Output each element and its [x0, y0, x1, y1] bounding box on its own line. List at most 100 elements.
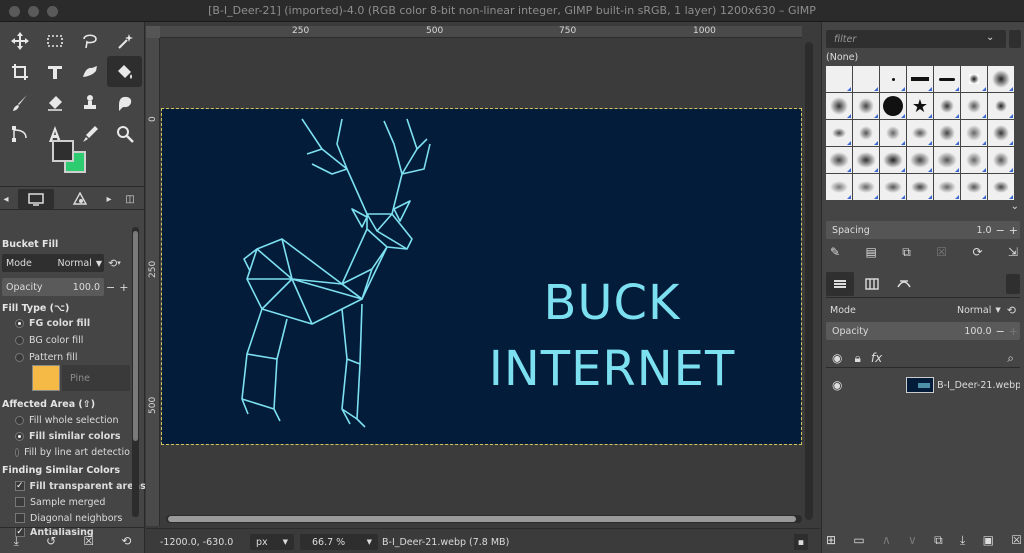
sample-merged-option[interactable]: Sample merged	[0, 494, 130, 510]
radio-icon[interactable]	[15, 352, 24, 362]
lower-layer-icon[interactable]: ∨	[908, 534, 917, 546]
duplicate-layer-icon[interactable]: ⧉	[934, 534, 943, 546]
minus-icon[interactable]: −	[996, 224, 1005, 237]
layer-mode-reset-icon[interactable]: ⟲	[1007, 304, 1016, 317]
scrollbar-thumb[interactable]	[168, 516, 796, 522]
navigate-icon[interactable]: ▪	[794, 534, 808, 550]
move-tool-icon[interactable]	[2, 25, 37, 56]
brush-item[interactable]	[961, 147, 987, 173]
warp-tool-icon[interactable]	[72, 56, 107, 87]
foreground-color-swatch[interactable]	[52, 140, 74, 162]
canvas-image[interactable]: BUCK INTERNET	[161, 108, 802, 445]
opacity-stepper[interactable]: − +	[106, 279, 132, 295]
brushes-collapse-icon[interactable]: ⌄	[822, 201, 1024, 215]
brush-item[interactable]	[880, 147, 906, 173]
minus-icon[interactable]: −	[996, 325, 1005, 338]
zoom-dropdown[interactable]: 66.7 % ▼	[300, 534, 378, 550]
brush-item[interactable]	[853, 66, 879, 92]
unit-dropdown[interactable]: px ▼	[250, 534, 294, 550]
brush-item[interactable]	[853, 174, 879, 200]
vertical-ruler[interactable]: 0 250 500	[146, 38, 160, 526]
fill-transparent-option[interactable]: ✓ Fill transparent areas	[0, 478, 145, 494]
duplicate-brush-icon[interactable]: ⧉	[902, 246, 911, 258]
brush-item[interactable]	[853, 120, 879, 146]
brush-item[interactable]	[853, 93, 879, 119]
plus-icon[interactable]: +	[119, 281, 128, 294]
brush-item[interactable]	[988, 174, 1014, 200]
brush-item[interactable]	[880, 66, 906, 92]
path-tool-icon[interactable]	[2, 118, 37, 149]
scrollbar-thumb[interactable]	[133, 231, 138, 441]
brush-item[interactable]	[853, 147, 879, 173]
delete-layer-icon[interactable]: ☒	[1011, 534, 1022, 546]
checkbox-icon[interactable]	[15, 513, 25, 523]
eraser-tool-icon[interactable]	[37, 87, 72, 118]
plus-icon[interactable]: +	[1009, 224, 1018, 237]
brush-item[interactable]	[907, 66, 933, 92]
search-icon[interactable]: ⌕	[1007, 352, 1014, 364]
chevron-down-icon[interactable]: ▼	[995, 306, 1000, 314]
layer-mode-value[interactable]: Normal	[957, 305, 991, 316]
lock-icon[interactable]: 🔒︎	[854, 352, 860, 364]
horizontal-ruler[interactable]: 250 500 750 1000	[160, 26, 802, 38]
tab-scroll-left-icon[interactable]: ◂	[0, 189, 12, 209]
smudge-tool-icon[interactable]	[107, 87, 142, 118]
brush-item[interactable]	[961, 120, 987, 146]
area-similar-option[interactable]: Fill similar colors	[0, 428, 130, 444]
plus-icon[interactable]: +	[1009, 325, 1018, 338]
brush-spacing-slider[interactable]: Spacing 1.0 − +	[826, 221, 1020, 239]
mask-layer-icon[interactable]: ▣	[983, 534, 994, 546]
radio-icon[interactable]	[15, 415, 24, 425]
raise-layer-icon[interactable]: ∧	[882, 534, 891, 546]
new-brush-icon[interactable]: ▤	[865, 246, 876, 258]
area-line-option[interactable]: Fill by line art detectio	[0, 444, 130, 460]
chevron-down-icon[interactable]: ⌄	[986, 32, 994, 43]
brush-item[interactable]	[934, 147, 960, 173]
radio-icon[interactable]	[15, 335, 24, 345]
fill-fg-option[interactable]: FG color fill	[0, 315, 130, 331]
brush-item[interactable]	[988, 93, 1014, 119]
canvas-vertical-scrollbar[interactable]	[805, 42, 813, 520]
free-select-tool-icon[interactable]	[72, 25, 107, 56]
brush-item[interactable]	[907, 120, 933, 146]
checkbox-icon[interactable]	[15, 497, 25, 507]
brush-item[interactable]	[961, 174, 987, 200]
brush-item[interactable]	[934, 120, 960, 146]
color-selector[interactable]	[52, 140, 92, 176]
quick-mask-toggle[interactable]	[146, 26, 160, 38]
fuzzy-select-tool-icon[interactable]	[107, 25, 142, 56]
new-layer-icon[interactable]: ⊞	[826, 534, 836, 546]
layer-item[interactable]: ◉ B-I_Deer-21.webp	[826, 374, 1020, 396]
brush-item[interactable]	[988, 147, 1014, 173]
brush-item[interactable]	[934, 174, 960, 200]
effects-icon[interactable]: fx	[871, 352, 882, 364]
zoom-tool-icon[interactable]	[107, 118, 142, 149]
pattern-name-field[interactable]: Pine	[62, 365, 130, 391]
radio-icon[interactable]	[15, 431, 24, 441]
visibility-eye-icon[interactable]: ◉	[832, 379, 842, 391]
refresh-brushes-icon[interactable]: ⟳	[972, 246, 982, 258]
save-preset-icon[interactable]: ⤓	[14, 535, 19, 547]
brush-item[interactable]	[907, 174, 933, 200]
radio-icon[interactable]	[15, 318, 24, 328]
tab-tool-options[interactable]	[18, 189, 54, 209]
rect-select-tool-icon[interactable]	[37, 25, 72, 56]
pattern-swatch[interactable]	[32, 365, 60, 391]
tool-options-scrollbar[interactable]	[132, 227, 139, 517]
area-whole-option[interactable]: Fill whole selection	[0, 412, 130, 428]
transform-tool-icon[interactable]	[37, 56, 72, 87]
edit-brush-icon[interactable]: ✎	[830, 246, 840, 258]
open-brush-icon[interactable]: ⇲	[1008, 246, 1018, 258]
crop-tool-icon[interactable]	[2, 56, 37, 87]
minus-icon[interactable]: −	[106, 281, 115, 294]
visibility-eye-icon[interactable]: ◉	[832, 352, 842, 364]
tab-scroll-right-icon[interactable]: ▸	[102, 189, 116, 209]
brush-item[interactable]	[988, 66, 1014, 92]
fill-pattern-option[interactable]: Pattern fill	[0, 349, 130, 365]
brush-item[interactable]	[826, 147, 852, 173]
brush-item[interactable]	[880, 174, 906, 200]
reset-options-icon[interactable]: ⟲	[121, 535, 131, 547]
brush-item[interactable]	[880, 120, 906, 146]
fill-bg-option[interactable]: BG color fill	[0, 332, 130, 348]
brush-item[interactable]	[934, 66, 960, 92]
